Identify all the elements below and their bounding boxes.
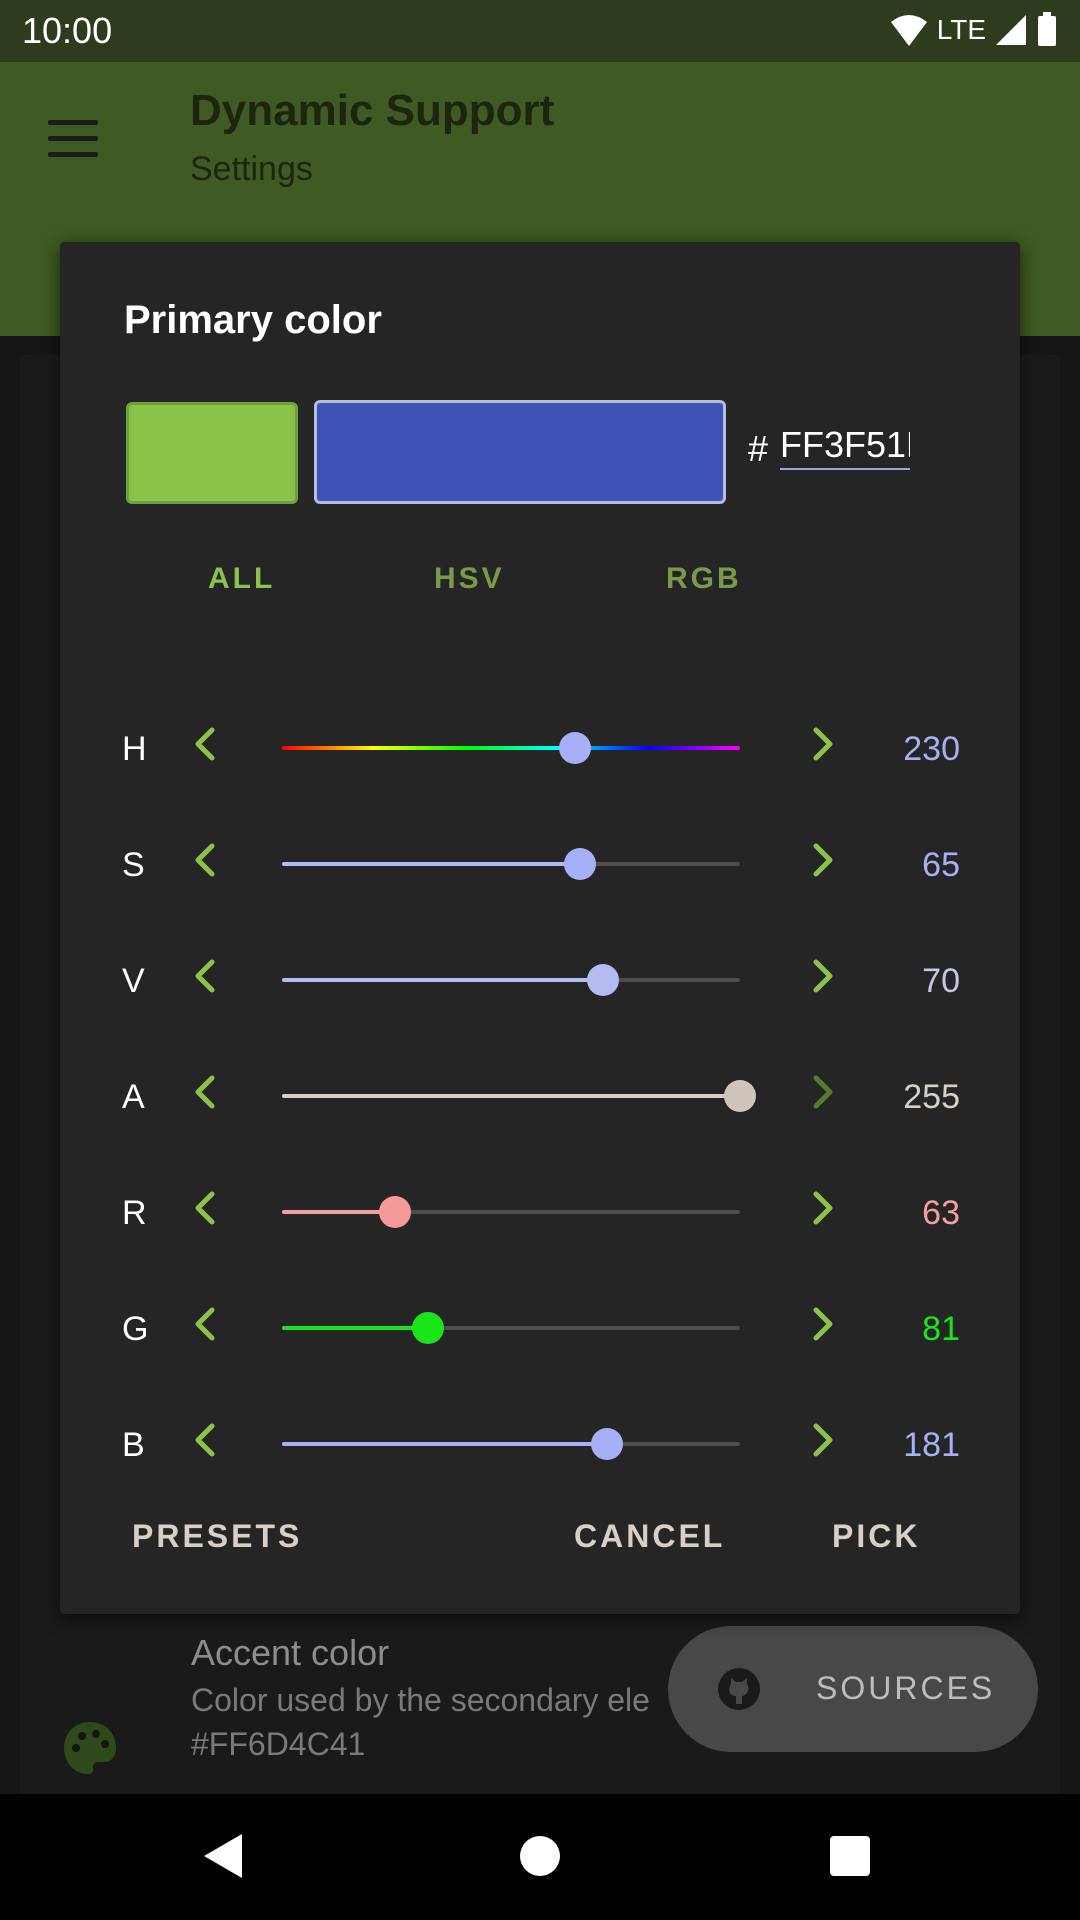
home-icon[interactable] bbox=[520, 1836, 560, 1876]
increment-chevron-right-icon[interactable] bbox=[802, 956, 842, 996]
increment-chevron-right-icon[interactable] bbox=[802, 840, 842, 880]
slider-value: 70 bbox=[922, 962, 960, 1000]
slider-thumb[interactable] bbox=[411, 1312, 444, 1344]
sources-label: SOURCES bbox=[816, 1670, 996, 1706]
tab-all[interactable]: ALL bbox=[208, 562, 275, 596]
slider-track-s[interactable] bbox=[282, 848, 740, 880]
increment-chevron-right-icon[interactable] bbox=[802, 1188, 842, 1228]
slider-thumb[interactable] bbox=[379, 1196, 412, 1228]
slider-row-h: H 230 bbox=[60, 710, 1020, 790]
slider-row-r: R 63 bbox=[60, 1174, 1020, 1254]
accent-color-value: #FF6D4C41 bbox=[191, 1726, 366, 1762]
slider-track-a[interactable] bbox=[282, 1080, 756, 1112]
hex-prefix: # bbox=[748, 428, 769, 469]
mode-tabs: ALL HSV RGB bbox=[60, 562, 1020, 612]
back-icon[interactable] bbox=[204, 1834, 242, 1878]
slider-thumb[interactable] bbox=[563, 848, 596, 880]
slider-track-v[interactable] bbox=[282, 964, 740, 996]
increment-chevron-right-icon[interactable] bbox=[802, 1420, 842, 1460]
slider-thumb[interactable] bbox=[586, 964, 619, 996]
slider-track-h[interactable] bbox=[282, 732, 740, 764]
tab-rgb[interactable]: RGB bbox=[666, 562, 742, 596]
slider-row-s: S 65 bbox=[60, 826, 1020, 906]
slider-value: 255 bbox=[903, 1078, 960, 1116]
slider-label: H bbox=[122, 730, 147, 768]
slider-value: 65 bbox=[922, 846, 960, 884]
palette-icon bbox=[64, 1722, 116, 1774]
app-title: Dynamic Support bbox=[190, 86, 555, 135]
navigation-bar bbox=[0, 1794, 1080, 1920]
decrement-chevron-left-icon[interactable] bbox=[186, 1304, 226, 1344]
decrement-chevron-left-icon[interactable] bbox=[186, 724, 226, 764]
slider-label: G bbox=[122, 1310, 149, 1348]
slider-row-b: B 181 bbox=[60, 1406, 1020, 1486]
cancel-button[interactable]: CANCEL bbox=[574, 1518, 725, 1555]
decrement-chevron-left-icon[interactable] bbox=[186, 1072, 226, 1112]
slider-value: 230 bbox=[903, 730, 960, 768]
status-icons: LTE bbox=[889, 12, 1058, 48]
increment-chevron-right-icon[interactable] bbox=[802, 724, 842, 764]
slider-fill bbox=[282, 978, 603, 982]
dialog-title: Primary color bbox=[124, 298, 382, 342]
slider-fill bbox=[282, 1326, 428, 1330]
slider-row-a: A 255 bbox=[60, 1058, 1020, 1138]
dialog-actions: PRESETS CANCEL PICK bbox=[60, 1518, 1020, 1578]
slider-label: R bbox=[122, 1194, 147, 1232]
status-bar: 10:00 LTE bbox=[0, 0, 1080, 62]
slider-label: V bbox=[122, 962, 145, 1000]
network-type: LTE bbox=[936, 14, 986, 45]
slider-fill bbox=[282, 1094, 740, 1098]
app-subtitle: Settings bbox=[190, 150, 313, 188]
slider-label: S bbox=[122, 846, 145, 884]
presets-button[interactable]: PRESETS bbox=[132, 1518, 302, 1555]
decrement-chevron-left-icon[interactable] bbox=[186, 840, 226, 880]
selected-color-swatch bbox=[314, 400, 726, 504]
slider-track-b[interactable] bbox=[282, 1428, 740, 1460]
color-picker-dialog: Primary color # ALL HSV RGB H230S65V70A2… bbox=[60, 242, 1020, 1614]
slider-value: 81 bbox=[922, 1310, 960, 1348]
slider-thumb[interactable] bbox=[591, 1428, 624, 1460]
battery-icon bbox=[1038, 12, 1056, 46]
decrement-chevron-left-icon[interactable] bbox=[186, 1420, 226, 1460]
sources-fab[interactable]: SOURCES bbox=[668, 1626, 1038, 1752]
hex-input[interactable] bbox=[780, 422, 910, 470]
increment-chevron-right-icon[interactable] bbox=[802, 1072, 842, 1112]
slider-label: B bbox=[122, 1426, 145, 1464]
wifi-icon bbox=[890, 15, 927, 46]
slider-fill bbox=[282, 1442, 608, 1446]
recents-icon[interactable] bbox=[830, 1836, 870, 1876]
slider-thumb[interactable] bbox=[559, 732, 592, 764]
pick-button[interactable]: PICK bbox=[832, 1518, 920, 1555]
slider-track-r[interactable] bbox=[282, 1196, 740, 1228]
accent-color-title: Accent color bbox=[191, 1632, 390, 1673]
slider-fill bbox=[282, 862, 580, 866]
signal-icon bbox=[996, 15, 1026, 45]
slider-row-g: G 81 bbox=[60, 1290, 1020, 1370]
decrement-chevron-left-icon[interactable] bbox=[186, 1188, 226, 1228]
slider-value: 63 bbox=[922, 1194, 960, 1232]
slider-row-v: V 70 bbox=[60, 942, 1020, 1022]
increment-chevron-right-icon[interactable] bbox=[802, 1304, 842, 1344]
menu-icon[interactable] bbox=[48, 120, 98, 160]
slider-label: A bbox=[122, 1078, 145, 1116]
accent-color-summary: Color used by the secondary ele bbox=[191, 1682, 650, 1718]
tab-hsv[interactable]: HSV bbox=[434, 562, 505, 596]
slider-track-g[interactable] bbox=[282, 1312, 740, 1344]
previous-color-swatch[interactable] bbox=[126, 402, 298, 504]
slider-value: 181 bbox=[903, 1426, 960, 1464]
github-icon bbox=[718, 1668, 760, 1710]
status-time: 10:00 bbox=[22, 10, 113, 51]
decrement-chevron-left-icon[interactable] bbox=[186, 956, 226, 996]
slider-thumb[interactable] bbox=[724, 1080, 756, 1112]
